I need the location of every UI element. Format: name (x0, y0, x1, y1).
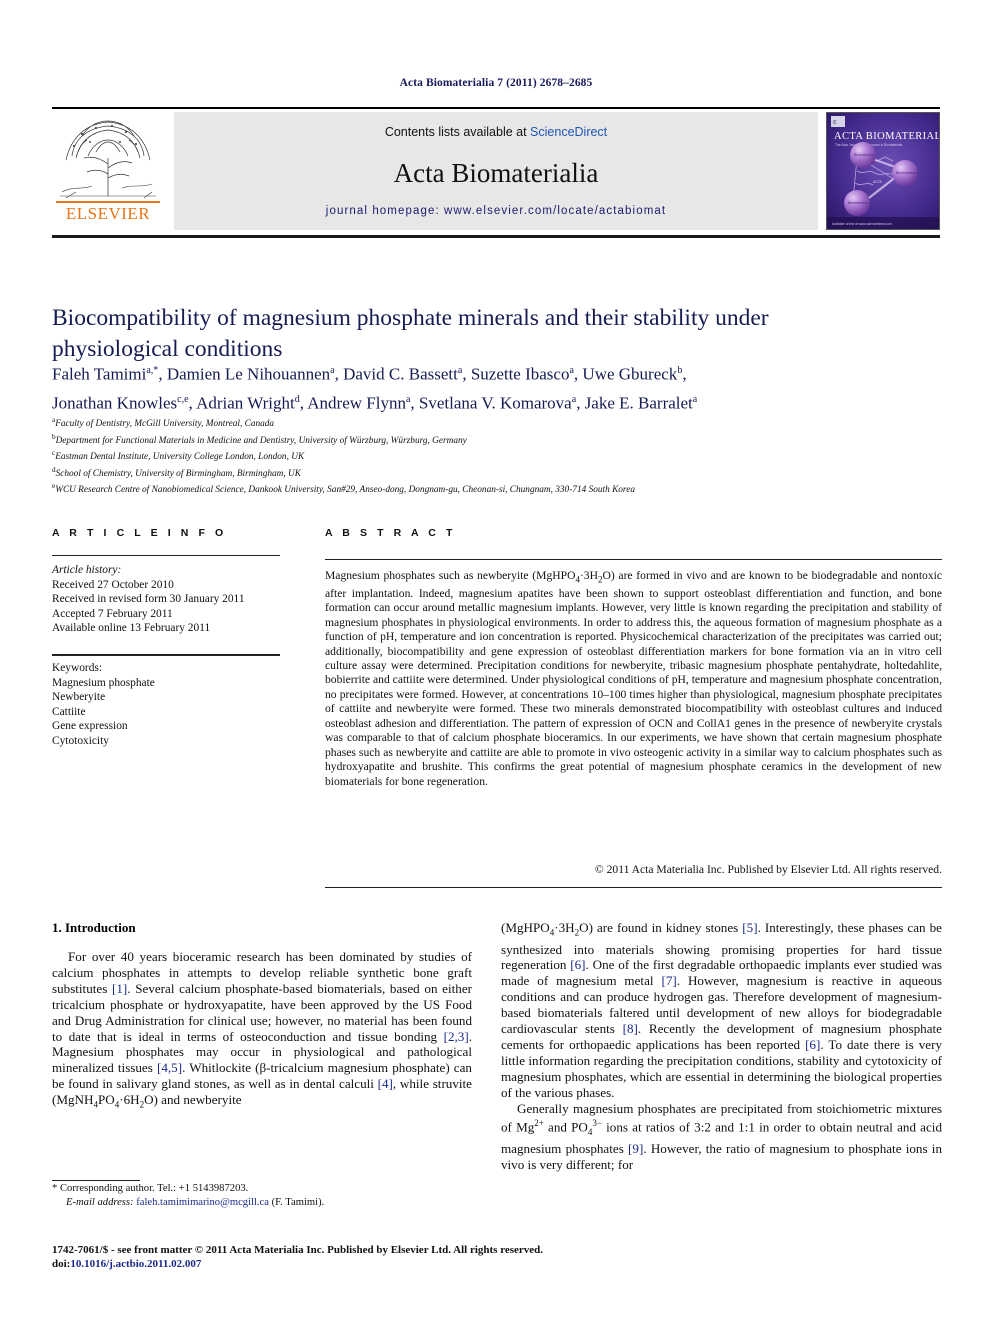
abstract-rule (325, 559, 942, 560)
affiliation-item: eWCU Research Centre of Nanobiomedical S… (52, 482, 635, 496)
svg-text:ACTA BIOMATERIALIA: ACTA BIOMATERIALIA (834, 131, 939, 142)
journal-title: Acta Biomaterialia (393, 158, 599, 188)
article-history-label: Article history: (52, 564, 122, 576)
affiliation-item: cEastman Dental Institute, University Co… (52, 449, 305, 463)
footnote-separator-rule (52, 1180, 140, 1181)
citation-1[interactable]: [1] (112, 981, 127, 996)
elsevier-tree-logo: ELSEVIER (52, 112, 164, 230)
doi-link[interactable]: 10.1016/j.actbio.2011.02.007 (70, 1258, 201, 1270)
intro-paragraph-1: For over 40 years bioceramic research ha… (52, 949, 472, 1110)
doi-line: doi:10.1016/j.actbio.2011.02.007 (52, 1257, 942, 1271)
keyword-item: Magnesium phosphate (52, 676, 155, 689)
corresponding-author-footnote: * Corresponding author. Tel.: +1 5143987… (52, 1182, 472, 1209)
cover-artwork: E ACTA BIOMATERIALIA The Acta Journal fo… (827, 113, 939, 229)
citation-4-5[interactable]: [4,5] (157, 1060, 182, 1075)
journal-masthead: ELSEVIER Contents lists available at Sci… (52, 107, 940, 238)
sciencedirect-link[interactable]: ScienceDirect (530, 125, 607, 139)
elsevier-tree-icon (60, 120, 156, 199)
article-info-rule (52, 555, 280, 556)
author-line-1: Faleh Tamimia,*, Damien Le Nihouannena, … (52, 364, 687, 384)
affiliation-item: aFaculty of Dentistry, McGill University… (52, 416, 275, 430)
citation-6[interactable]: [6] (570, 957, 585, 972)
article-history: Article history: Received 27 October 201… (52, 563, 292, 636)
contents-prefix: Contents lists available at (384, 125, 531, 139)
keyword-list: Keywords: Magnesium phosphate Newberyite… (52, 661, 292, 749)
affiliation-text: Department for Functional Materials in M… (55, 435, 467, 446)
svg-text:Available online at www.scienc: Available online at www.sciencedirect.co… (832, 222, 892, 226)
imprint-block: 1742-7061/$ - see front matter © 2011 Ac… (52, 1243, 942, 1271)
history-item: Available online 13 February 2011 (52, 622, 211, 635)
svg-text:Biomimetics: Biomimetics (848, 201, 868, 205)
keywords-rule (52, 654, 280, 656)
svg-text:E: E (833, 120, 837, 126)
email-owner: (F. Tamimi). (271, 1196, 325, 1208)
email-address-label: E-mail address: (66, 1196, 134, 1208)
affiliation-list: aFaculty of Dentistry, McGill University… (52, 414, 942, 497)
email-link[interactable]: faleh.tamimimarino@mcgill.ca (136, 1197, 269, 1208)
paper-page: Acta Biomaterialia 7 (2011) 2678–2685 EL… (0, 0, 992, 1323)
keyword-item: Cattiite (52, 705, 86, 718)
corresponding-author-text: Corresponding author. Tel.: +1 514398720… (59, 1183, 249, 1194)
affiliation-text: WCU Research Centre of Nanobiomedical Sc… (55, 485, 635, 496)
page-title: Biocompatibility of magnesium phosphate … (52, 304, 769, 362)
affiliation-text: School of Chemistry, University of Birmi… (55, 468, 301, 479)
citation-7[interactable]: [7] (661, 973, 676, 988)
citation-9[interactable]: [9] (628, 1141, 643, 1156)
abstract-text: Magnesium phosphates such as newberyite … (325, 569, 942, 788)
body-right-column: (MgHPO4·3H2O) are found in kidney stones… (501, 920, 942, 1173)
issn-copyright-line: 1742-7061/$ - see front matter © 2011 Ac… (52, 1244, 544, 1256)
affiliation-item: dSchool of Chemistry, University of Birm… (52, 465, 301, 479)
citation-8[interactable]: [8] (623, 1021, 638, 1036)
running-head: Acta Biomaterialia 7 (2011) 2678–2685 (399, 77, 593, 89)
abstract-copyright: © 2011 Acta Materialia Inc. Published by… (594, 863, 942, 876)
keyword-item: Gene expression (52, 720, 128, 733)
keywords-label: Keywords: (52, 662, 102, 674)
svg-text:ACTA: ACTA (873, 180, 883, 184)
doi-label: doi: (52, 1258, 71, 1270)
history-item: Received in revised form 30 January 2011 (52, 593, 245, 606)
citation-4[interactable]: [4] (378, 1076, 393, 1091)
elsevier-rule (56, 201, 160, 203)
journal-banner: Contents lists available at ScienceDirec… (174, 112, 818, 230)
svg-text:Biomaterials: Biomaterials (854, 153, 874, 157)
svg-text:Biomechanics: Biomechanics (896, 171, 919, 175)
citation-6b[interactable]: [6] (805, 1037, 820, 1052)
citation-5[interactable]: [5] (742, 920, 757, 935)
body-left-column: 1. Introduction For over 40 years biocer… (52, 920, 472, 1114)
footnote-asterisk: * (52, 1183, 58, 1194)
affiliation-text: Eastman Dental Institute, University Col… (55, 452, 305, 463)
article-info-heading: A R T I C L E I N F O (52, 527, 227, 539)
keyword-item: Newberyite (52, 691, 106, 704)
keyword-item: Cytotoxicity (52, 734, 109, 747)
elsevier-wordmark: ELSEVIER (65, 204, 151, 223)
journal-homepage-link[interactable]: journal homepage: www.elsevier.com/locat… (174, 205, 818, 217)
abstract-heading: A B S T R A C T (325, 527, 456, 539)
affiliation-text: Faculty of Dentistry, McGill University,… (55, 419, 275, 430)
footnote-line-2: E-mail address: faleh.tamimimarino@mcgil… (52, 1196, 472, 1210)
contents-list-line: Contents lists available at ScienceDirec… (174, 125, 818, 139)
masthead-top-rule (52, 107, 940, 109)
masthead-bottom-rule (52, 235, 940, 238)
journal-cover-thumbnail: E ACTA BIOMATERIALIA The Acta Journal fo… (826, 112, 940, 230)
abstract-bottom-rule (325, 887, 942, 888)
history-item: Received 27 October 2010 (52, 578, 174, 591)
intro-paragraph-2: Generally magnesium phosphates are preci… (501, 1100, 942, 1173)
author-line-2: Jonathan Knowlesc,e, Adrian Wrightd, And… (52, 393, 698, 413)
affiliation-item: bDepartment for Functional Materials in … (52, 432, 467, 446)
author-list: Faleh Tamimia,*, Damien Le Nihouannena, … (52, 358, 942, 415)
section-heading-introduction: 1. Introduction (52, 920, 136, 935)
intro-paragraph-1-cont: (MgHPO4·3H2O) are found in kidney stones… (501, 920, 942, 1100)
history-item: Accepted 7 February 2011 (52, 607, 173, 620)
citation-2-3[interactable]: [2,3] (444, 1029, 469, 1044)
footnote-line-1: * Corresponding author. Tel.: +1 5143987… (52, 1182, 472, 1196)
